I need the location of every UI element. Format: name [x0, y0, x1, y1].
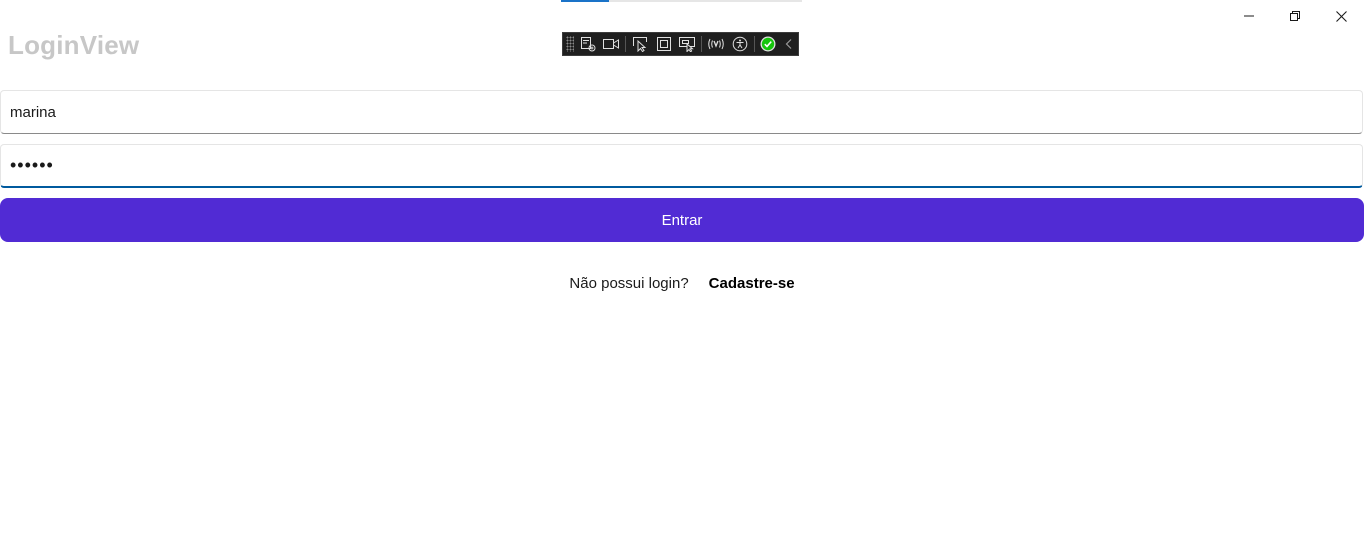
- record-button[interactable]: [600, 33, 624, 55]
- check-status-icon: [760, 36, 776, 52]
- hot-reload-button[interactable]: [704, 33, 728, 55]
- status-check-button[interactable]: [757, 33, 781, 55]
- login-button-label: Entrar: [661, 211, 703, 229]
- username-value: marina: [10, 103, 56, 121]
- top-progress-fill: [561, 0, 610, 2]
- password-value: ••••••: [10, 155, 54, 175]
- signup-row: Não possui login? Cadastre-se: [0, 272, 1364, 294]
- toolbar-separator: [625, 36, 627, 52]
- record-icon: [603, 39, 620, 49]
- signup-link[interactable]: Cadastre-se: [709, 275, 795, 292]
- collapse-toolbar-button[interactable]: [780, 33, 798, 55]
- top-progress-bar: [561, 0, 802, 2]
- minimize-button[interactable]: [1226, 0, 1272, 32]
- display-layout-button[interactable]: [652, 33, 676, 55]
- restore-icon: [1290, 11, 1300, 21]
- hot-reload-icon: [708, 38, 724, 50]
- close-button[interactable]: [1318, 0, 1364, 32]
- signup-prompt: Não possui login?: [569, 274, 689, 292]
- grip-handle[interactable]: [566, 36, 574, 52]
- track-focus-button[interactable]: [676, 33, 700, 55]
- toolbar-separator: [701, 36, 703, 52]
- pointer-button[interactable]: [628, 33, 652, 55]
- password-field[interactable]: ••••••: [0, 144, 1363, 188]
- minimize-icon: [1244, 15, 1254, 17]
- username-field[interactable]: marina: [0, 90, 1363, 134]
- toolbar-separator: [753, 36, 755, 52]
- pointer-icon: [633, 37, 648, 52]
- select-element-icon: [580, 37, 596, 52]
- collapse-icon: [785, 39, 792, 49]
- display-layout-icon: [656, 37, 671, 51]
- close-icon: [1335, 10, 1347, 22]
- debug-toolbar: [562, 32, 799, 56]
- select-element-button[interactable]: [576, 33, 600, 55]
- accessibility-button[interactable]: [728, 33, 752, 55]
- login-button[interactable]: Entrar: [0, 198, 1364, 242]
- accessibility-icon: [732, 36, 748, 52]
- page-title: LoginView: [8, 30, 140, 60]
- track-focus-icon: [679, 37, 696, 52]
- maximize-button[interactable]: [1272, 0, 1318, 32]
